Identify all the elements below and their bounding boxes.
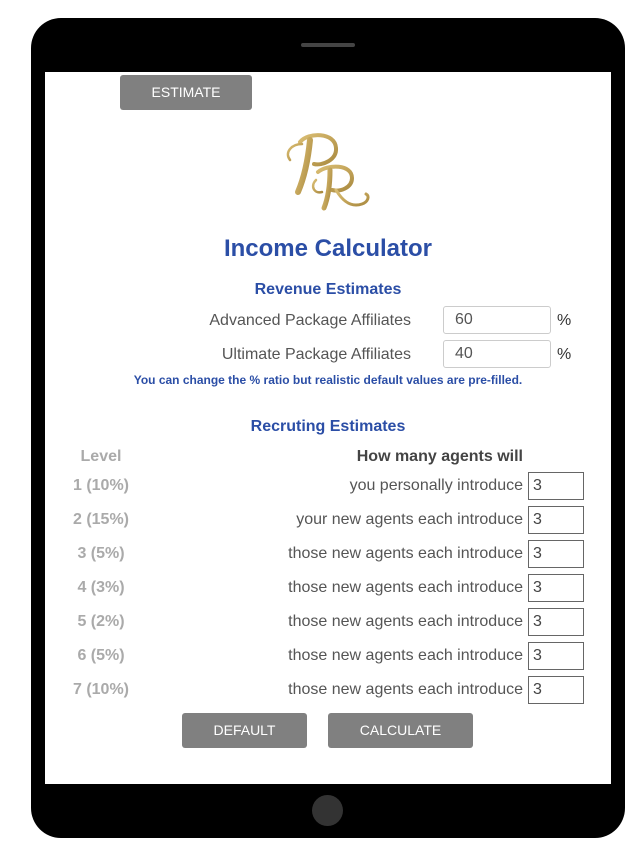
calculate-button[interactable]: CALCULATE bbox=[328, 713, 473, 748]
level-3-agents-input[interactable] bbox=[528, 540, 584, 568]
ratio-note: You can change the % ratio but realistic… bbox=[133, 373, 523, 387]
level-row: 2 (15%) your new agents each introduce bbox=[45, 506, 611, 534]
level-4-agents-input[interactable] bbox=[528, 574, 584, 602]
level-label: 1 (10%) bbox=[72, 477, 130, 494]
level-label: 3 (5%) bbox=[77, 545, 125, 562]
ultimate-affiliates-input[interactable] bbox=[443, 340, 551, 368]
recruiting-heading: Recruting Estimates bbox=[250, 418, 406, 435]
level-label: 6 (5%) bbox=[77, 647, 125, 664]
level-label: 4 (3%) bbox=[77, 579, 125, 596]
level-2-agents-input[interactable] bbox=[528, 506, 584, 534]
level-row: 7 (10%) those new agents each introduce bbox=[45, 676, 611, 704]
advanced-affiliates-input[interactable] bbox=[443, 306, 551, 334]
speaker-slot bbox=[301, 43, 355, 47]
advanced-affiliates-label: Advanced Package Affiliates bbox=[209, 312, 411, 329]
agents-column-header: How many agents will bbox=[356, 448, 523, 465]
level-row: 1 (10%) you personally introduce bbox=[45, 472, 611, 500]
level-description: those new agents each introduce bbox=[288, 613, 523, 630]
revenue-heading: Revenue Estimates bbox=[254, 281, 402, 298]
level-label: 5 (2%) bbox=[77, 613, 125, 630]
ultimate-affiliates-unit: % bbox=[557, 346, 572, 363]
home-button[interactable] bbox=[312, 795, 343, 826]
level-row: 6 (5%) those new agents each introduce bbox=[45, 642, 611, 670]
level-description: those new agents each introduce bbox=[288, 579, 523, 596]
advanced-affiliates-unit: % bbox=[557, 312, 572, 329]
level-description: those new agents each introduce bbox=[288, 681, 523, 698]
level-1-agents-input[interactable] bbox=[528, 472, 584, 500]
level-5-agents-input[interactable] bbox=[528, 608, 584, 636]
level-label: 7 (10%) bbox=[72, 681, 130, 698]
level-row: 4 (3%) those new agents each introduce bbox=[45, 574, 611, 602]
level-column-header: Level bbox=[80, 448, 122, 465]
level-row: 5 (2%) those new agents each introduce bbox=[45, 608, 611, 636]
level-description: your new agents each introduce bbox=[296, 511, 523, 528]
logo bbox=[280, 130, 375, 215]
level-description: those new agents each introduce bbox=[288, 647, 523, 664]
level-row: 3 (5%) those new agents each introduce bbox=[45, 540, 611, 568]
default-button[interactable]: DEFAULT bbox=[182, 713, 307, 748]
screen: ESTIMATE Income Calculator Revenue Estim… bbox=[45, 72, 611, 784]
level-6-agents-input[interactable] bbox=[528, 642, 584, 670]
level-label: 2 (15%) bbox=[72, 511, 130, 528]
level-description: those new agents each introduce bbox=[288, 545, 523, 562]
level-7-agents-input[interactable] bbox=[528, 676, 584, 704]
level-description: you personally introduce bbox=[349, 477, 523, 494]
estimate-button[interactable]: ESTIMATE bbox=[120, 75, 252, 110]
page-title: Income Calculator bbox=[223, 235, 433, 262]
ultimate-affiliates-label: Ultimate Package Affiliates bbox=[221, 346, 411, 363]
rr-monogram-icon bbox=[286, 133, 370, 211]
